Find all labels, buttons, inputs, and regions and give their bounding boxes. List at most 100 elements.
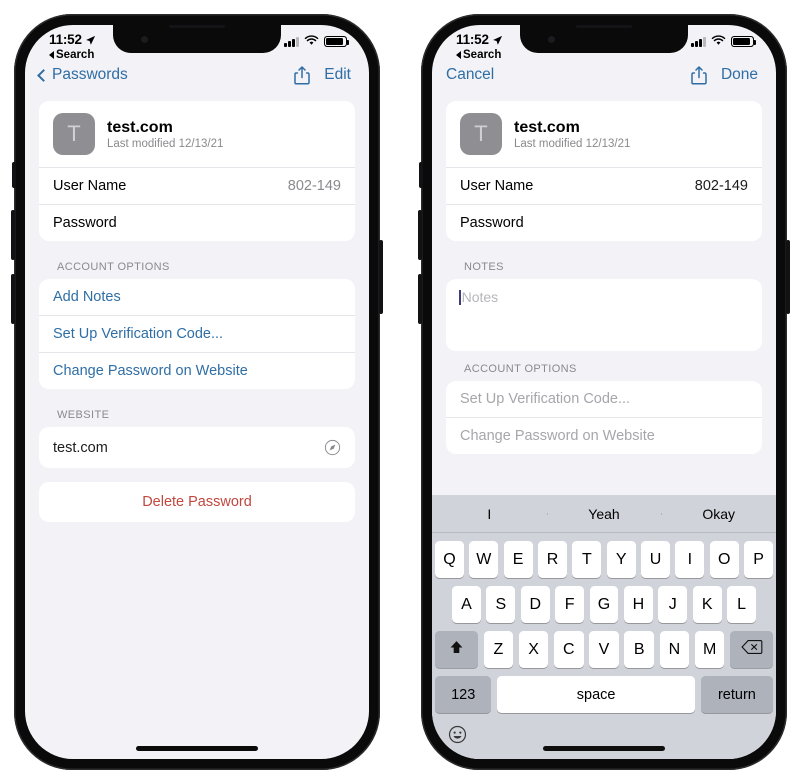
prediction-3[interactable]: Okay xyxy=(661,506,776,522)
row-password[interactable]: Password xyxy=(446,204,762,241)
notes-input[interactable]: Notes xyxy=(446,279,762,351)
prediction-1[interactable]: I xyxy=(432,506,547,522)
earpiece-speaker xyxy=(576,25,632,28)
nav-bar-right-actions: Edit xyxy=(294,65,351,85)
key-r[interactable]: R xyxy=(538,541,567,578)
earpiece-speaker xyxy=(169,25,225,28)
back-to-search[interactable]: Search xyxy=(49,49,94,61)
site-name: test.com xyxy=(107,118,173,136)
back-to-search[interactable]: Search xyxy=(456,49,501,61)
key-t[interactable]: T xyxy=(572,541,602,578)
key-v[interactable]: V xyxy=(589,631,619,668)
status-time: 11:52 xyxy=(456,32,489,47)
volume-down-button[interactable] xyxy=(418,274,422,324)
last-modified: Last modified 12/13/21 xyxy=(107,137,224,150)
change-password-on-website-button: Change Password on Website xyxy=(446,417,762,454)
key-w[interactable]: W xyxy=(469,541,499,578)
key-b[interactable]: B xyxy=(624,631,655,668)
key-e[interactable]: E xyxy=(503,541,533,578)
front-camera xyxy=(548,36,555,43)
screen-left: 11:52 Search Passwords Edit T test.com L… xyxy=(25,25,369,759)
notes-placeholder: Notes xyxy=(461,289,499,305)
cellular-signal-icon xyxy=(691,37,706,47)
power-button[interactable] xyxy=(379,240,383,314)
nav-bar-left: Passwords Edit xyxy=(25,55,369,95)
key-h[interactable]: H xyxy=(623,586,653,623)
wifi-icon xyxy=(304,34,319,49)
numbers-key[interactable]: 123 xyxy=(435,676,492,713)
silent-switch[interactable] xyxy=(419,162,423,188)
power-button[interactable] xyxy=(786,240,790,314)
cellular-signal-icon xyxy=(284,37,299,47)
cancel-button[interactable]: Cancel xyxy=(446,66,494,84)
website-value: test.com xyxy=(53,439,108,456)
key-n[interactable]: N xyxy=(659,631,690,668)
backspace-icon xyxy=(740,639,763,660)
home-indicator[interactable] xyxy=(543,746,665,751)
volume-up-button[interactable] xyxy=(418,210,422,260)
keyboard-row-4: 123 space return xyxy=(432,676,776,713)
key-g[interactable]: G xyxy=(589,586,619,623)
key-d[interactable]: D xyxy=(520,586,550,623)
prediction-2[interactable]: Yeah xyxy=(546,506,662,522)
change-password-on-website-button[interactable]: Change Password on Website xyxy=(39,352,355,389)
battery-icon xyxy=(731,36,757,47)
back-button-label: Passwords xyxy=(52,66,128,83)
credential-header-text: test.com Last modified 12/13/21 xyxy=(107,119,223,150)
key-i[interactable]: I xyxy=(675,541,705,578)
back-triangle-icon xyxy=(456,51,461,59)
edit-button[interactable]: Edit xyxy=(324,66,351,84)
predictive-bar: I Yeah Okay xyxy=(432,495,776,533)
website-row[interactable]: test.com xyxy=(39,427,355,468)
location-arrow-icon xyxy=(492,34,503,45)
account-options-card: Set Up Verification Code... Change Passw… xyxy=(446,381,762,454)
backspace-key[interactable] xyxy=(729,631,774,668)
back-button-passwords[interactable]: Passwords xyxy=(37,66,128,84)
key-z[interactable]: Z xyxy=(483,631,514,668)
key-a[interactable]: A xyxy=(452,586,481,623)
set-up-verification-code-button[interactable]: Set Up Verification Code... xyxy=(39,315,355,352)
share-icon[interactable] xyxy=(691,65,707,85)
key-y[interactable]: Y xyxy=(606,541,636,578)
emoji-smiley-icon[interactable] xyxy=(448,725,467,744)
delete-card: Delete Password xyxy=(39,482,355,522)
key-m[interactable]: M xyxy=(694,631,725,668)
key-p[interactable]: P xyxy=(744,541,773,578)
safari-compass-icon[interactable] xyxy=(324,439,341,456)
volume-down-button[interactable] xyxy=(11,274,15,324)
key-q[interactable]: Q xyxy=(435,541,464,578)
key-x[interactable]: X xyxy=(518,631,549,668)
keyboard: I Yeah Okay Q W E R T Y U I O P A S D F … xyxy=(432,495,776,759)
text-caret xyxy=(459,290,461,305)
key-f[interactable]: F xyxy=(555,586,585,623)
status-bar-right xyxy=(284,32,350,49)
share-icon[interactable] xyxy=(294,65,311,85)
silent-switch[interactable] xyxy=(12,162,16,188)
home-indicator[interactable] xyxy=(136,746,258,751)
status-bar-left: 11:52 xyxy=(49,32,96,47)
key-c[interactable]: C xyxy=(553,631,584,668)
add-notes-button[interactable]: Add Notes xyxy=(39,279,355,315)
space-key[interactable]: space xyxy=(496,676,696,713)
credential-header: T test.com Last modified 12/13/21 xyxy=(446,101,762,167)
website-header: WEBSITE xyxy=(57,409,110,421)
row-password[interactable]: Password xyxy=(39,204,355,241)
done-button[interactable]: Done xyxy=(721,66,758,84)
delete-password-button[interactable]: Delete Password xyxy=(39,482,355,522)
key-s[interactable]: S xyxy=(486,586,516,623)
key-o[interactable]: O xyxy=(709,541,739,578)
key-j[interactable]: J xyxy=(658,586,688,623)
website-card: test.com xyxy=(39,427,355,468)
volume-up-button[interactable] xyxy=(11,210,15,260)
row-username-value: 802-149 xyxy=(287,178,341,194)
key-l[interactable]: L xyxy=(727,586,757,623)
site-name: test.com xyxy=(514,118,580,136)
return-key[interactable]: return xyxy=(700,676,773,713)
row-username[interactable]: User Name 802-149 xyxy=(446,167,762,204)
key-u[interactable]: U xyxy=(641,541,670,578)
row-username[interactable]: User Name 802-149 xyxy=(39,167,355,204)
notes-header: NOTES xyxy=(464,261,504,273)
content-left: T test.com Last modified 12/13/21 User N… xyxy=(25,95,369,522)
key-k[interactable]: K xyxy=(692,586,722,623)
shift-key[interactable] xyxy=(434,631,479,668)
